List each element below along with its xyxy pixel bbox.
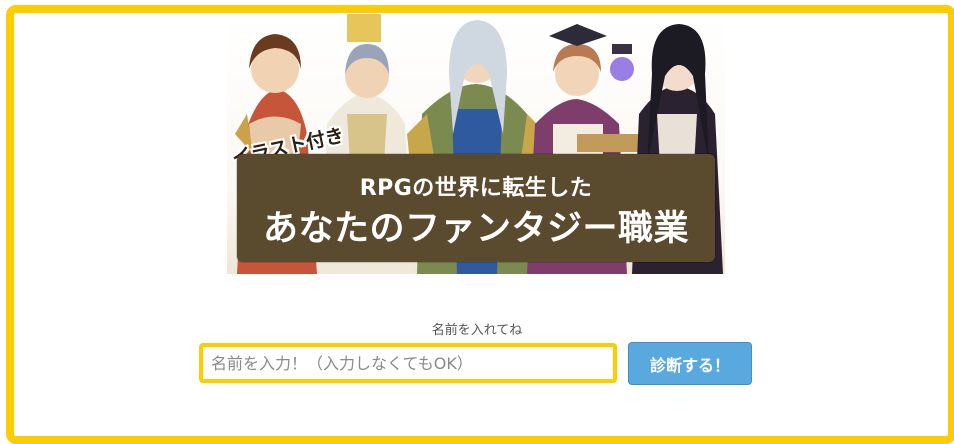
name-label: 名前を入れてね <box>431 323 523 338</box>
banner-title-line1: RPGの世界に転生した <box>359 176 593 201</box>
banner-title-line2: あなたのファンタジー職業 <box>262 209 689 249</box>
name-input[interactable] <box>199 343 617 383</box>
banner-title-box: RPGの世界に転生した あなたのファンタジー職業 <box>237 154 715 262</box>
banner-image: イラスト付き RPGの世界に転生した あなたのファンタジー職業 <box>227 14 725 274</box>
diagnose-button[interactable]: 診断する！ <box>628 342 752 385</box>
